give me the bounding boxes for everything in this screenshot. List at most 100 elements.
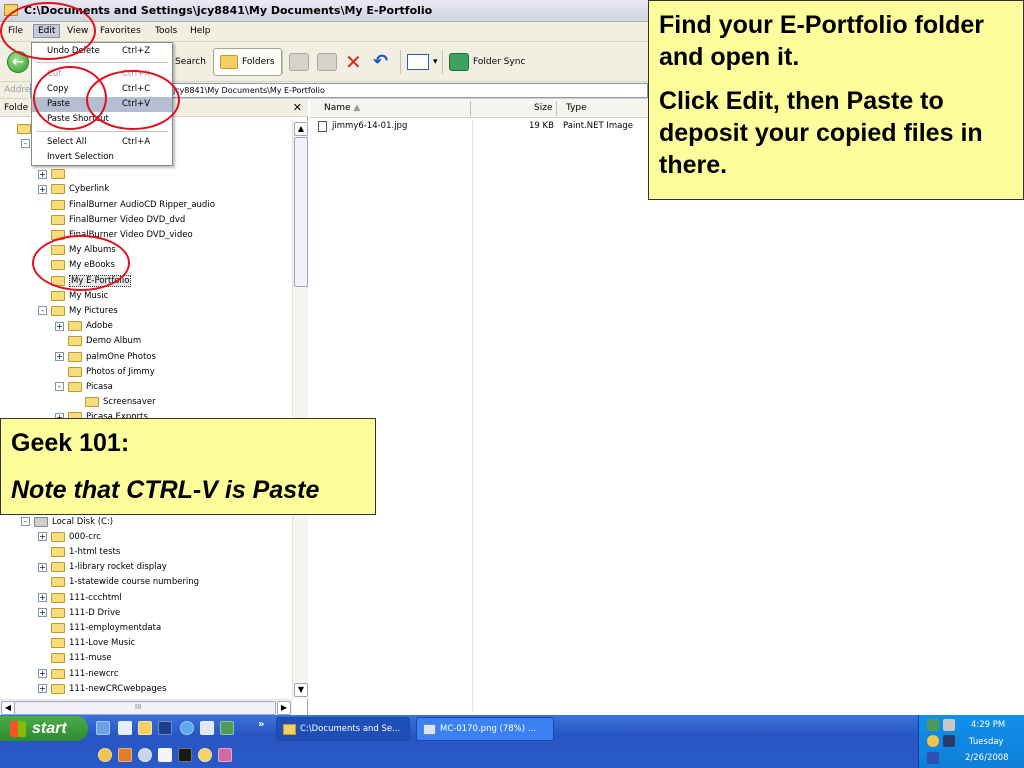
menu-help[interactable]: Help [190,26,211,36]
column-name[interactable]: Name ▲ [324,103,360,113]
tree-item[interactable]: +111-ccchtml [38,590,122,605]
tray-app-icon[interactable] [138,748,152,762]
drive-icon [34,516,48,527]
tray-icon[interactable] [943,719,955,731]
tray-app-icon[interactable] [158,748,172,762]
quicklaunch-folder-icon[interactable] [138,721,152,735]
views-button[interactable]: ▾ [406,48,439,76]
delete-button[interactable]: ✕ [344,48,363,76]
tree-item[interactable]: Screensaver [72,395,156,410]
tree-item-label: Cyberlink [69,184,110,195]
tree-item[interactable]: 1-html tests [38,544,120,559]
expand-icon[interactable]: + [38,184,47,194]
tree-item-label: 111-ccchtml [69,592,122,603]
tray-app-icon[interactable] [98,748,112,762]
expand-icon[interactable]: + [38,593,47,602]
tree-item[interactable]: - Local Disk (C:) [21,514,113,529]
tree-item[interactable]: 111-employmentdata [38,620,161,635]
menu-item-invert-selection[interactable]: Invert Selection [32,150,172,165]
quicklaunch-chevron[interactable]: » [258,719,264,730]
column-divider[interactable] [556,101,557,116]
folder-icon [51,562,65,573]
close-icon[interactable]: ✕ [293,101,302,114]
expand-icon[interactable]: + [38,669,47,678]
tree-item[interactable]: + Cyberlink [38,182,109,197]
folder-icon [51,638,65,649]
tree-item[interactable]: + [38,167,69,182]
tree-item[interactable]: FinalBurner AudioCD Ripper_audio [38,197,215,212]
collapse-icon[interactable]: - [21,517,30,526]
quicklaunch-ie-icon[interactable] [180,721,194,735]
undo-button[interactable]: ↶ [372,48,389,76]
tray-app-icon[interactable] [198,748,212,762]
folder-sync-button[interactable]: Folder Sync [448,48,526,76]
folder-icon [51,546,65,557]
annotation-ring-edit-menu [0,2,96,60]
column-divider[interactable] [470,101,471,116]
scroll-right-icon[interactable]: ▶ [277,701,291,715]
menu-favorites[interactable]: Favorites [100,26,141,36]
expand-icon[interactable]: + [38,169,47,179]
shield-icon[interactable] [927,752,939,764]
copy-to-button[interactable] [316,48,338,76]
collapse-icon[interactable]: - [21,139,30,149]
tray-app-icon[interactable] [218,748,232,762]
scroll-down-icon[interactable]: ▼ [294,683,308,697]
quicklaunch-excel-icon[interactable] [220,721,234,735]
network-icon[interactable] [927,719,939,731]
quicklaunch-notepad-icon[interactable] [118,721,132,735]
tree-item[interactable]: 111-muse [38,651,112,666]
tree-item-label: 000-crc [69,531,101,542]
menu-item-select-all[interactable]: Select All Ctrl+A [32,135,172,150]
tree-item[interactable]: 1-statewide course numbering [38,575,199,590]
tray-app-icon[interactable] [178,748,192,762]
column-size[interactable]: Size [534,103,552,113]
vertical-scrollbar[interactable]: ▲ ▼ [292,121,308,699]
tree-item[interactable]: 111-Love Music [38,636,135,651]
menu-tools[interactable]: Tools [155,26,177,36]
start-button[interactable]: start [0,716,88,741]
move-to-icon [289,53,309,71]
tree-item[interactable]: - Picasa [55,379,113,394]
scroll-left-icon[interactable]: ◀ [1,701,15,715]
column-type[interactable]: Type [566,103,587,113]
quicklaunch-desktop-icon[interactable] [96,721,110,735]
tree-item[interactable]: Demo Album [55,334,141,349]
tree-item[interactable]: - My Pictures [38,303,118,318]
collapse-icon[interactable]: - [55,382,64,392]
move-to-button[interactable] [288,48,310,76]
tree-item[interactable]: FinalBurner Video DVD_dvd [38,212,185,227]
tree-item[interactable]: + Adobe [55,319,113,334]
expand-icon[interactable]: + [38,532,47,542]
collapse-icon[interactable]: - [38,306,47,316]
tray-icon[interactable] [943,735,955,747]
expand-icon[interactable]: + [38,608,47,618]
clock-time[interactable]: 4:29 PM [971,720,1005,730]
expand-icon[interactable]: + [38,562,47,572]
tree-item[interactable]: +111-D Drive [38,605,120,620]
tray-app-icon[interactable] [118,748,132,762]
tree-item[interactable]: Photos of Jimmy [55,364,155,379]
tree-item[interactable]: +111-newcrc [38,666,119,681]
tree-item[interactable]: +1-library rocket display [38,560,167,575]
folder-icon [51,592,65,603]
folders-button[interactable]: Folders [213,48,282,76]
tree-item[interactable]: +111-newCRCwebpages [38,681,166,696]
scroll-thumb[interactable] [294,137,308,287]
expand-icon[interactable]: + [55,352,64,361]
taskbar-button-image[interactable]: MC-0170.png (78%) ... [416,717,554,741]
hscroll-thumb[interactable]: III [14,701,276,715]
horizontal-scrollbar[interactable]: ◀ III ▶ [0,699,292,715]
expand-icon[interactable]: + [55,321,64,331]
taskbar-button-explorer[interactable]: C:\Documents and Se... [276,717,410,741]
expand-icon[interactable]: + [38,684,47,694]
quicklaunch-word-icon[interactable] [200,721,214,735]
search-button[interactable]: Search [174,48,207,76]
quicklaunch-app-icon[interactable] [158,721,172,735]
tree-item[interactable]: + palmOne Photos [55,349,156,364]
scroll-up-icon[interactable]: ▲ [294,122,308,136]
tray-icon[interactable] [927,735,939,747]
tree-item[interactable]: +000-crc [38,529,101,544]
